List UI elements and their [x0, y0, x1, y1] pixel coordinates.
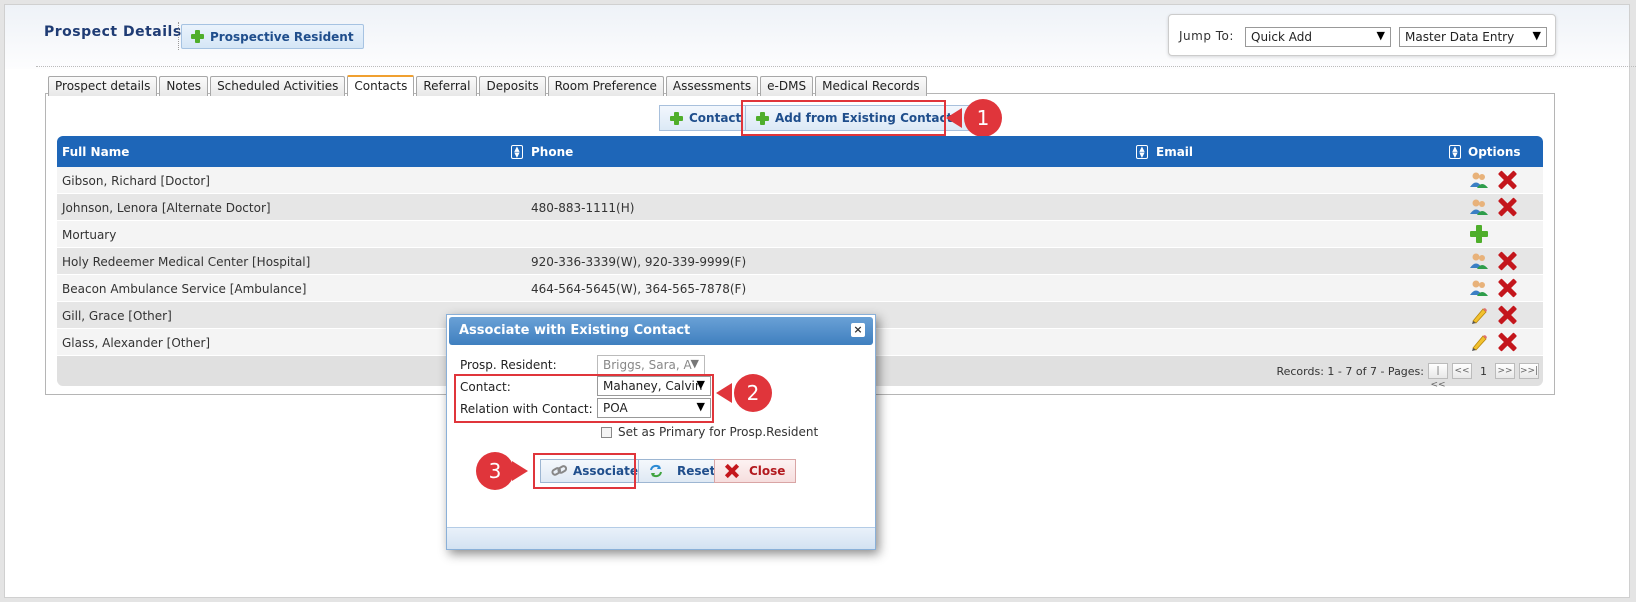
associate-contact-dialog: Associate with Existing Contact × Prosp.… — [446, 314, 876, 550]
highlight-box-3 — [533, 453, 636, 489]
prospective-resident-button[interactable]: Prospective Resident — [181, 24, 364, 49]
dialog-footer — [447, 527, 875, 549]
delete-icon[interactable] — [1497, 305, 1517, 325]
callout-pointer — [512, 461, 528, 481]
close-x-icon — [724, 463, 740, 479]
column-options: Options — [1468, 145, 1521, 159]
cell-full-name: Gibson, Richard [Doctor] — [62, 174, 210, 188]
jump-to-box: Jump To: Quick Add ▼ Master Data Entry ▼ — [1168, 14, 1556, 56]
primary-checkbox[interactable] — [601, 426, 612, 438]
cell-phone: 464-564-5645(W), 364-565-7878(F) — [531, 282, 747, 296]
table-row[interactable]: Johnson, Lenora [Alternate Doctor] 480-8… — [57, 194, 1543, 221]
divider — [36, 66, 1636, 67]
plus-icon — [191, 30, 204, 43]
callout-pointer — [716, 383, 732, 403]
callout-1: 1 — [964, 99, 1002, 137]
contact-person-icon[interactable] — [1469, 251, 1489, 271]
reset-label: Reset — [677, 464, 716, 478]
jump-to-quick-add-select[interactable]: Quick Add ▼ — [1245, 27, 1391, 47]
sort-icon[interactable]: ▲ ▼ — [511, 145, 523, 159]
delete-icon[interactable] — [1497, 278, 1517, 298]
grid-header: Full Name ▲ ▼ Phone ▲ ▼ Email ▲ ▼ Options — [57, 136, 1543, 167]
tab-prospect-details[interactable]: Prospect details — [48, 76, 158, 96]
edit-pencil-icon[interactable] — [1469, 305, 1489, 325]
resident-value: Briggs, Sara, A — [603, 358, 692, 372]
callout-pointer — [946, 108, 962, 128]
primary-checkbox-row: Set as Primary for Prosp.Resident — [601, 425, 818, 439]
dialog-title-bar: Associate with Existing Contact × — [449, 317, 873, 345]
chevron-down-icon: ▼ — [1376, 29, 1385, 42]
cell-full-name: Mortuary — [62, 228, 117, 242]
page-title: Prospect Details — [44, 24, 182, 40]
next-page-icon[interactable]: >> — [1495, 363, 1515, 379]
cell-phone: 920-336-3339(W), 920-339-9999(F) — [531, 255, 747, 269]
contact-person-icon[interactable] — [1469, 278, 1489, 298]
tab-e-dms[interactable]: e-DMS — [760, 76, 814, 96]
resident-select[interactable]: Briggs, Sara, A ▼ — [597, 355, 705, 375]
jump-to-label: Jump To: — [1179, 29, 1234, 43]
callout-3: 3 — [476, 452, 514, 490]
add-contact-label: Contact — [689, 111, 742, 125]
sort-icon[interactable]: ▲ ▼ — [1449, 145, 1461, 159]
column-phone[interactable]: Phone — [531, 145, 573, 159]
title-separator — [178, 22, 179, 50]
jump-select-2-value: Master Data Entry — [1405, 30, 1515, 44]
delete-icon[interactable] — [1497, 251, 1517, 271]
cell-full-name: Gill, Grace [Other] — [62, 309, 172, 323]
cell-full-name: Glass, Alexander [Other] — [62, 336, 211, 350]
callout-2: 2 — [734, 374, 772, 412]
tab-contacts[interactable]: Contacts — [347, 75, 415, 96]
primary-checkbox-label: Set as Primary for Prosp.Resident — [618, 425, 819, 439]
tab-bar: Prospect details Notes Scheduled Activit… — [48, 75, 927, 96]
chevron-down-icon: ▼ — [1532, 29, 1541, 42]
edit-pencil-icon[interactable] — [1469, 332, 1489, 352]
contact-person-icon[interactable] — [1469, 170, 1489, 190]
add-contact-button[interactable]: Contact — [659, 105, 753, 131]
jump-to-master-data-select[interactable]: Master Data Entry ▼ — [1399, 27, 1547, 47]
table-row[interactable]: Mortuary — [57, 221, 1543, 248]
tab-scheduled-activities[interactable]: Scheduled Activities — [210, 76, 346, 96]
close-button[interactable]: Close — [714, 459, 797, 483]
records-text: Records: 1 - 7 of 7 - Pages: — [1276, 364, 1424, 378]
jump-select-1-value: Quick Add — [1251, 30, 1312, 44]
table-row[interactable]: Gibson, Richard [Doctor] — [57, 167, 1543, 194]
highlight-box-2 — [454, 374, 714, 423]
sort-icon[interactable]: ▲ ▼ — [1136, 145, 1148, 159]
dialog-title: Associate with Existing Contact — [459, 323, 691, 338]
cell-full-name: Beacon Ambulance Service [Ambulance] — [62, 282, 307, 296]
prospective-resident-label: Prospective Resident — [210, 29, 354, 44]
resident-label: Prosp. Resident: — [460, 358, 557, 372]
tab-assessments[interactable]: Assessments — [665, 76, 759, 96]
close-icon[interactable]: × — [851, 323, 865, 337]
first-page-icon[interactable]: |<< — [1428, 363, 1448, 390]
chevron-down-icon: ▼ — [690, 357, 699, 370]
table-row[interactable]: Beacon Ambulance Service [Ambulance] 464… — [57, 275, 1543, 302]
cell-full-name: Holy Redeemer Medical Center [Hospital] — [62, 255, 311, 269]
cell-phone: 480-883-1111(H) — [531, 201, 635, 215]
prev-page-icon[interactable]: << — [1452, 363, 1472, 379]
refresh-icon — [650, 464, 662, 478]
add-icon[interactable] — [1470, 225, 1490, 245]
column-full-name[interactable]: Full Name — [62, 145, 129, 159]
tab-referral[interactable]: Referral — [416, 76, 478, 96]
delete-icon[interactable] — [1497, 170, 1517, 190]
plus-icon — [670, 111, 683, 125]
close-label: Close — [749, 464, 786, 478]
column-email[interactable]: Email — [1156, 145, 1193, 159]
table-row[interactable]: Holy Redeemer Medical Center [Hospital] … — [57, 248, 1543, 275]
tab-room-preference[interactable]: Room Preference — [547, 76, 664, 96]
cell-full-name: Johnson, Lenora [Alternate Doctor] — [62, 201, 271, 215]
delete-icon[interactable] — [1497, 197, 1517, 217]
highlight-box-1 — [741, 100, 946, 136]
contact-person-icon[interactable] — [1469, 197, 1489, 217]
last-page-icon[interactable]: >>| — [1519, 363, 1539, 379]
current-page[interactable]: 1 — [1476, 365, 1491, 378]
tab-deposits[interactable]: Deposits — [479, 76, 546, 96]
tab-medical-records[interactable]: Medical Records — [815, 76, 927, 96]
pager: Records: 1 - 7 of 7 - Pages: |<< << 1 >>… — [1276, 363, 1539, 390]
delete-icon[interactable] — [1497, 332, 1517, 352]
tab-notes[interactable]: Notes — [159, 76, 209, 96]
